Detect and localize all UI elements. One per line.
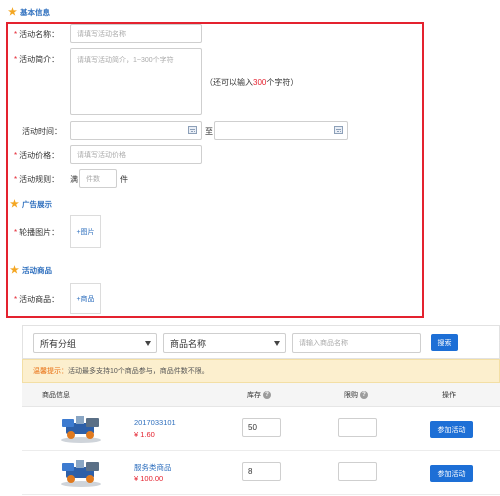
calendar-icon[interactable] — [188, 126, 197, 134]
section-title-text: 广告展示 — [21, 200, 52, 209]
join-activity-button[interactable]: 参加活动 — [430, 421, 473, 438]
limit-input[interactable] — [338, 462, 377, 481]
add-product-button[interactable]: +商品 — [70, 283, 101, 314]
header-stock: 库存? — [247, 390, 271, 400]
star-icon: ★ — [8, 6, 17, 18]
question-icon[interactable]: ? — [263, 391, 271, 399]
intro-char-hint: （还可以输入300个字符） — [205, 78, 299, 87]
product-name-link[interactable]: 服务类商品 — [134, 462, 172, 473]
star-icon: ★ — [10, 198, 19, 210]
time-separator: 至 — [205, 127, 213, 136]
product-search-input[interactable]: 请输入商品名称 — [292, 333, 421, 353]
add-image-button[interactable]: +图片 — [70, 215, 101, 248]
header-action: 操作 — [442, 392, 456, 399]
product-filter-toolbar: 所有分组 商品名称 请输入商品名称 搜索 — [22, 325, 500, 359]
table-row: 服务类商品 ¥ 100.00 8 参加活动 — [22, 451, 500, 495]
name-label: * 活动名称： — [14, 30, 60, 39]
section-title-text: 活动商品 — [21, 266, 52, 275]
rule-label: * 活动规则： — [14, 175, 60, 184]
rule-suffix: 件 — [120, 175, 128, 184]
product-thumbnail — [56, 411, 106, 445]
limit-input[interactable] — [338, 418, 377, 437]
notice-banner: 温馨提示： 活动最多支持10个商品参与，商品件数不限。 — [22, 359, 500, 383]
time-label: 活动时间： — [22, 127, 62, 136]
product-name-link[interactable]: 2017033101 — [134, 418, 176, 427]
product-price: ¥ 100.00 — [134, 474, 164, 483]
star-icon: ★ — [10, 264, 19, 276]
price-label: * 活动价格： — [14, 151, 60, 160]
section-title-activity-products: ★ 活动商品 — [10, 265, 52, 276]
product-thumbnail — [56, 455, 106, 489]
notice-text: 活动最多支持10个商品参与，商品件数不限。 — [68, 368, 209, 375]
product-price: ¥ 1.60 — [134, 430, 155, 439]
section-title-basic-info: ★ 基本信息 — [8, 7, 50, 18]
table-row: 2017033101 ¥ 1.60 50 参加活动 — [22, 407, 500, 451]
activity-name-input[interactable]: 请填写活动名称 — [70, 24, 202, 43]
start-time-input[interactable] — [70, 121, 202, 140]
highlight-frame — [6, 22, 424, 318]
notice-tip-label: 温馨提示： — [33, 368, 68, 375]
end-time-input[interactable] — [214, 121, 348, 140]
intro-label: * 活动简介： — [14, 55, 60, 64]
search-button[interactable]: 搜索 — [431, 334, 458, 351]
stock-input[interactable]: 50 — [242, 418, 281, 437]
products-label: * 活动商品： — [14, 295, 60, 304]
section-title-ad-display: ★ 广告展示 — [10, 199, 52, 210]
activity-intro-textarea[interactable]: 请填写活动简介，1~300个字符 — [70, 48, 202, 115]
field-select[interactable]: 商品名称 — [163, 333, 286, 353]
calendar-icon[interactable] — [334, 126, 343, 134]
header-product-info: 商品信息 — [42, 392, 70, 399]
join-activity-button[interactable]: 参加活动 — [430, 465, 473, 482]
rule-quantity-input[interactable]: 件数 — [79, 169, 117, 188]
section-title-text: 基本信息 — [19, 8, 50, 17]
chevron-down-icon — [145, 341, 151, 346]
activity-price-input[interactable]: 请填写活动价格 — [70, 145, 202, 164]
group-select[interactable]: 所有分组 — [33, 333, 157, 353]
chevron-down-icon — [274, 341, 280, 346]
rule-prefix: 满 — [70, 175, 78, 184]
header-limit: 限购? — [344, 390, 368, 400]
question-icon[interactable]: ? — [360, 391, 368, 399]
field-select-value: 商品名称 — [170, 338, 207, 349]
table-header: 商品信息 库存? 限购? 操作 — [22, 383, 500, 407]
group-select-value: 所有分组 — [40, 338, 77, 349]
stock-input[interactable]: 8 — [242, 462, 281, 481]
carousel-label: * 轮播图片： — [14, 228, 60, 237]
